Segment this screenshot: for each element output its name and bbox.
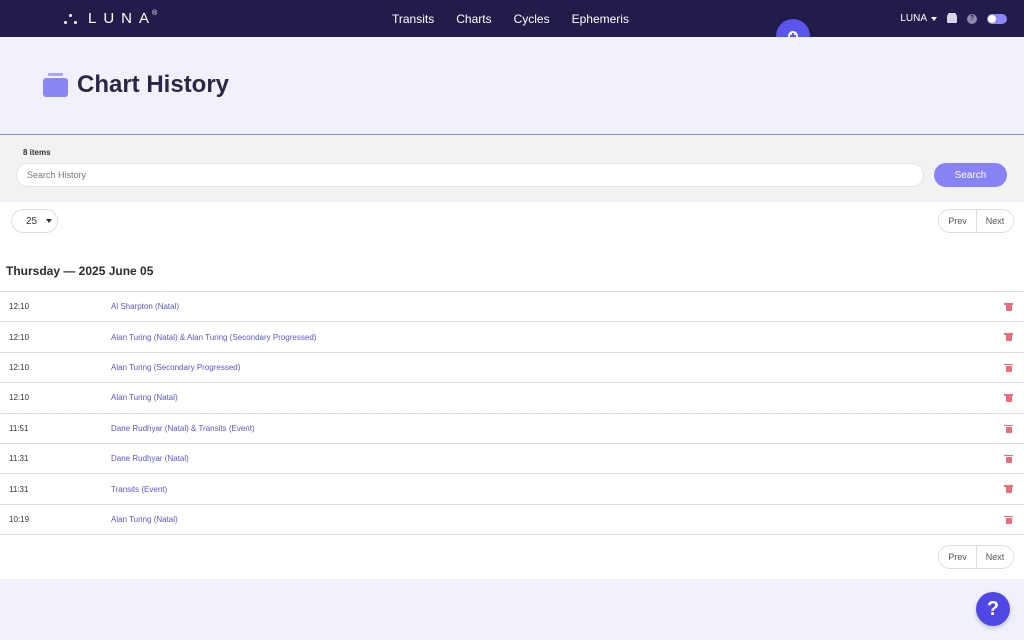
- row-time: 11:31: [9, 454, 29, 464]
- chevron-down-icon: [931, 16, 937, 21]
- header-tools: LUNA ?: [900, 0, 1007, 37]
- chart-link[interactable]: Alan Turing (Secondary Progressed): [111, 363, 240, 372]
- toggle-knob: [988, 14, 996, 23]
- row-time: 11:51: [9, 423, 29, 433]
- logo-text: LUNA: [88, 9, 157, 27]
- per-page-select[interactable]: 25: [11, 209, 58, 233]
- trash-icon[interactable]: [1004, 424, 1013, 433]
- trash-icon[interactable]: [1004, 333, 1013, 342]
- registered-mark: ®: [152, 9, 158, 17]
- nav-transits[interactable]: Transits: [392, 12, 434, 26]
- pagination-top: Prev Next: [938, 209, 1014, 233]
- history-row: 11:31 Dane Rudhyar (Natal): [0, 444, 1024, 475]
- user-menu[interactable]: LUNA: [900, 13, 937, 24]
- folder-icon: [43, 73, 68, 97]
- history-row: 12:10 Al Sharpton (Natal): [0, 292, 1024, 323]
- help-small-icon[interactable]: ?: [967, 13, 977, 24]
- chart-link[interactable]: Alan Turing (Natal): [111, 393, 178, 402]
- chart-link[interactable]: Transits (Event): [111, 485, 167, 494]
- row-time: 10:19: [9, 514, 30, 524]
- page-title: Chart History: [77, 71, 230, 98]
- history-row: 12:10 Alan Turing (Natal): [0, 383, 1024, 414]
- main-nav: Transits Charts Cycles Ephemeris: [392, 0, 629, 37]
- per-page-value: 25: [26, 215, 38, 227]
- next-button[interactable]: Next: [976, 210, 1013, 232]
- row-time: 11:31: [9, 484, 29, 494]
- chart-link[interactable]: Dane Rudhyar (Natal) & Transits (Event): [111, 424, 255, 433]
- logo-dots-icon: [64, 11, 78, 25]
- trash-icon[interactable]: [1004, 485, 1013, 494]
- trash-icon[interactable]: [1004, 515, 1013, 524]
- history-list: 12:10 Al Sharpton (Natal) 12:10 Alan Tur…: [0, 291, 1024, 536]
- row-time: 12:10: [9, 362, 30, 372]
- history-row: 11:31 Transits (Event): [0, 474, 1024, 505]
- archive-icon[interactable]: [947, 12, 957, 23]
- trash-icon[interactable]: [1004, 363, 1013, 372]
- row-time: 12:10: [9, 393, 30, 403]
- chart-link[interactable]: Alan Turing (Natal): [111, 515, 178, 524]
- date-heading: Thursday — 2025 June 05: [6, 264, 154, 278]
- chart-link[interactable]: Alan Turing (Natal) & Alan Turing (Secon…: [111, 333, 316, 342]
- row-time: 12:10: [9, 302, 30, 312]
- luna-logo[interactable]: LUNA ®: [64, 9, 157, 27]
- search-panel: 8 items Search: [0, 136, 1024, 200]
- top-navbar: LUNA ® Transits Charts Cycles Ephemeris …: [0, 0, 1024, 37]
- chart-link[interactable]: Al Sharpton (Natal): [111, 302, 179, 311]
- nav-cycles[interactable]: Cycles: [514, 12, 550, 26]
- row-time: 12:10: [9, 332, 30, 342]
- history-row: 12:10 Alan Turing (Secondary Progressed): [0, 353, 1024, 384]
- nav-ephemeris[interactable]: Ephemeris: [572, 12, 629, 26]
- page-header: Chart History: [0, 37, 1024, 135]
- search-input[interactable]: [16, 163, 924, 187]
- history-row: 11:51 Dane Rudhyar (Natal) & Transits (E…: [0, 414, 1024, 444]
- trash-icon[interactable]: [1004, 394, 1013, 403]
- next-button[interactable]: Next: [976, 546, 1013, 568]
- user-name: LUNA: [900, 13, 927, 24]
- theme-toggle[interactable]: [987, 13, 1007, 24]
- chart-link[interactable]: Dane Rudhyar (Natal): [111, 454, 189, 463]
- help-button[interactable]: ?: [976, 592, 1010, 626]
- prev-button[interactable]: Prev: [939, 546, 976, 568]
- prev-button[interactable]: Prev: [939, 210, 976, 232]
- nav-charts[interactable]: Charts: [456, 12, 491, 26]
- history-row: 12:10 Alan Turing (Natal) & Alan Turing …: [0, 322, 1024, 353]
- search-button[interactable]: Search: [934, 163, 1007, 187]
- trash-icon[interactable]: [1004, 454, 1013, 463]
- trash-icon[interactable]: [1004, 303, 1013, 311]
- chevron-down-icon: [46, 219, 53, 223]
- history-content: 25 Prev Next Thursday — 2025 June 05 12:…: [0, 202, 1024, 579]
- pagination-bottom: Prev Next: [938, 545, 1014, 569]
- history-row: 10:19 Alan Turing (Natal): [0, 505, 1024, 536]
- item-count: 8 items: [23, 148, 51, 157]
